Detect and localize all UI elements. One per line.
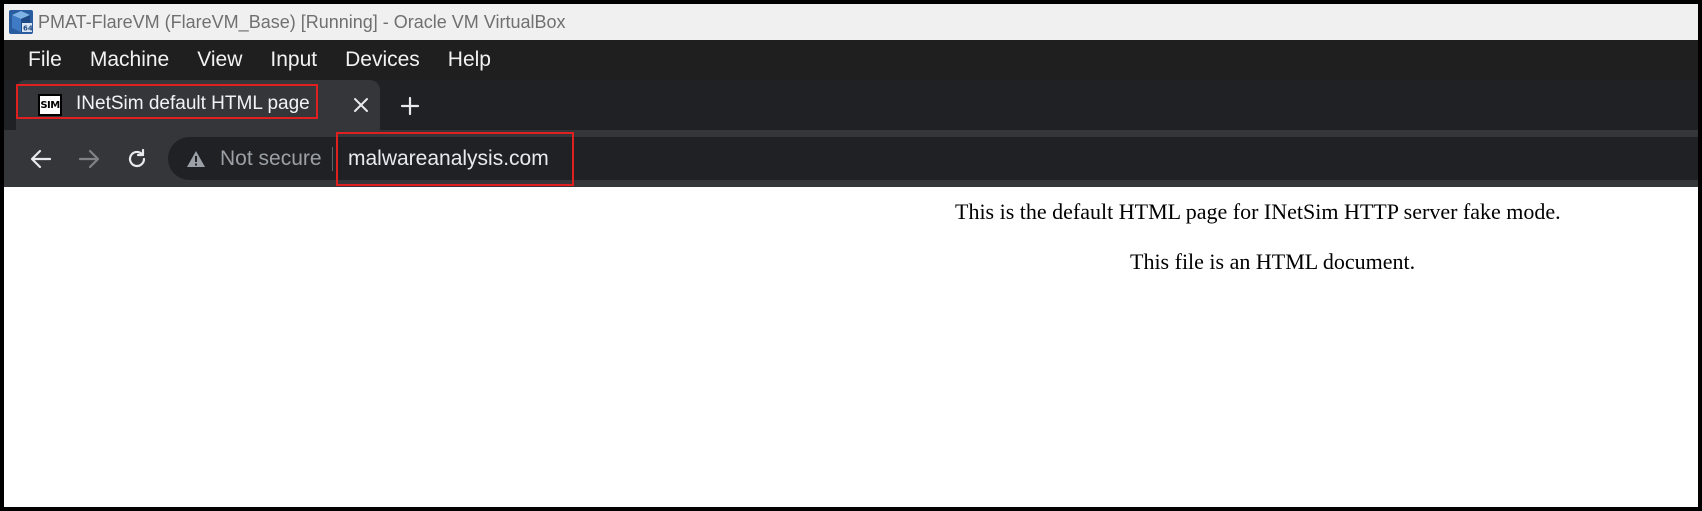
url-text[interactable]: malwareanalysis.com: [348, 147, 549, 171]
reload-icon: [128, 148, 146, 168]
warning-icon[interactable]: [186, 149, 206, 169]
svg-text:64: 64: [23, 25, 33, 33]
menu-file[interactable]: File: [14, 48, 76, 72]
virtualbox-icon: 64: [8, 9, 34, 35]
reload-button[interactable]: [122, 144, 152, 174]
plus-icon: [400, 96, 420, 116]
window-titlebar: 64 PMAT-FlareVM (FlareVM_Base) [Running]…: [4, 4, 1698, 40]
page-paragraph: This file is an HTML document.: [1130, 249, 1416, 274]
back-button[interactable]: [26, 144, 56, 174]
menu-machine[interactable]: Machine: [76, 48, 183, 72]
page-content: This is the default HTML page for INetSi…: [4, 187, 1698, 507]
window-title: PMAT-FlareVM (FlareVM_Base) [Running] - …: [38, 11, 566, 32]
menu-devices[interactable]: Devices: [331, 48, 434, 72]
security-status-label[interactable]: Not secure: [220, 147, 322, 171]
browser-tabstrip: SIM INetSim default HTML page: [4, 80, 1698, 130]
menubar: File Machine View Input Devices Help: [4, 40, 1698, 80]
virtualbox-window: 64 PMAT-FlareVM (FlareVM_Base) [Running]…: [0, 0, 1702, 511]
address-bar[interactable]: Not secure malwareanalysis.com: [168, 137, 1698, 180]
menu-view[interactable]: View: [183, 48, 256, 72]
close-icon: [354, 98, 368, 112]
close-tab-button[interactable]: [348, 92, 374, 118]
page-paragraph: This is the default HTML page for INetSi…: [955, 199, 1561, 224]
menu-input[interactable]: Input: [256, 48, 331, 72]
tab-highlight-box: [16, 84, 318, 119]
arrow-left-icon: [30, 149, 52, 169]
new-tab-button[interactable]: [396, 92, 424, 120]
forward-button[interactable]: [74, 144, 104, 174]
arrow-right-icon: [78, 149, 100, 169]
browser-toolbar: Not secure malwareanalysis.com: [4, 130, 1698, 187]
omnibox-separator: [332, 147, 333, 171]
menu-help[interactable]: Help: [434, 48, 505, 72]
